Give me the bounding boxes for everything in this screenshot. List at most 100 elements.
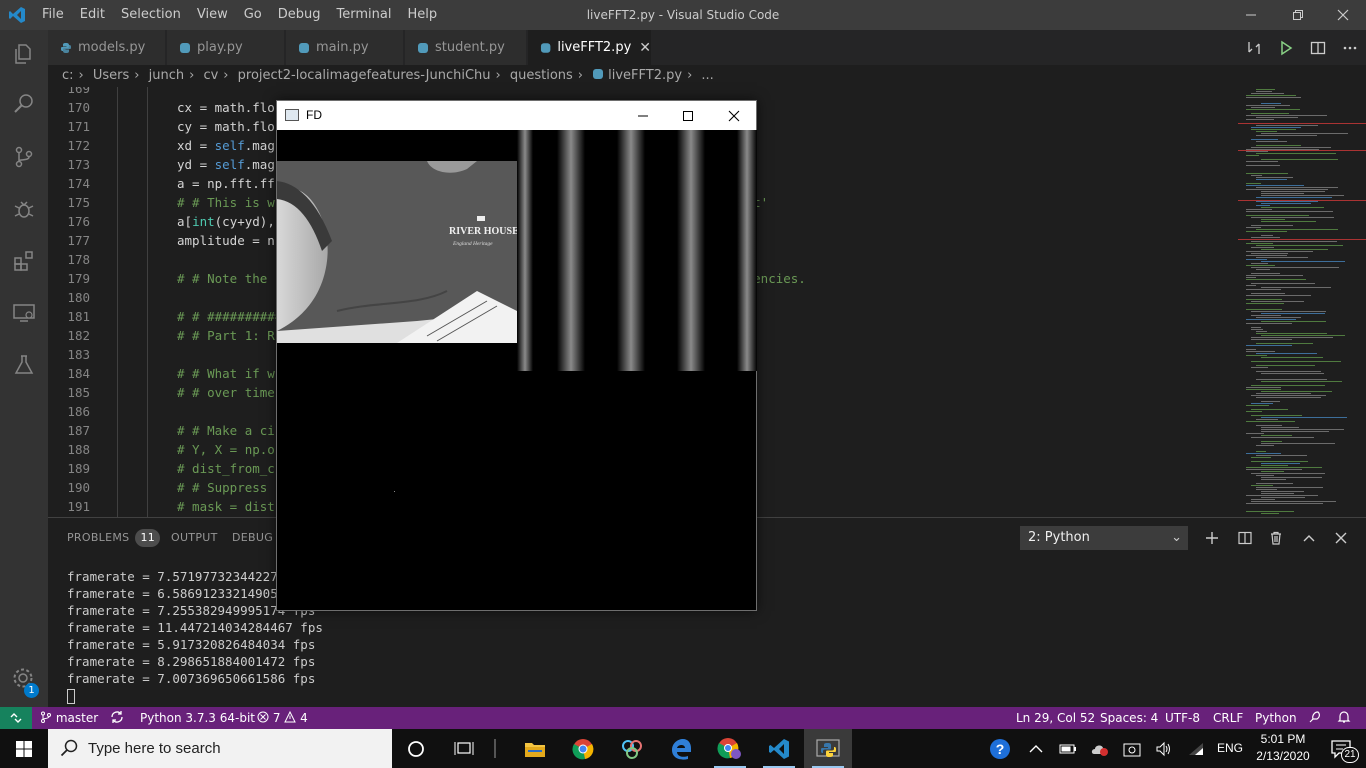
fd-close-button[interactable]: [711, 101, 757, 130]
breadcrumb-item[interactable]: cv: [203, 68, 218, 83]
breadcrumb-item[interactable]: ...: [701, 68, 713, 83]
run-button[interactable]: [1270, 30, 1302, 65]
manage-button[interactable]: 1: [0, 655, 48, 703]
network-tray-icon[interactable]: [1180, 729, 1212, 768]
line-number: 188: [67, 442, 90, 457]
fd-window[interactable]: FD RIVER HOUSE England Heritage: [276, 100, 757, 611]
tab-close-icon[interactable]: ✕: [639, 40, 651, 56]
breadcrumb-item[interactable]: questions: [510, 68, 573, 83]
menu-debug[interactable]: Debug: [270, 0, 329, 30]
split-editor-button[interactable]: [1302, 30, 1334, 65]
chevron-up-icon: [1029, 744, 1043, 752]
breadcrumb-item[interactable]: c:: [62, 68, 74, 83]
search-view-button[interactable]: [0, 80, 48, 128]
line-ending[interactable]: CRLF: [1213, 707, 1243, 729]
tab-livefft2-py[interactable]: liveFFT2.py ✕: [528, 30, 652, 65]
code-text: xd = self.mag: [177, 138, 275, 153]
notifications-button[interactable]: [1337, 707, 1351, 729]
vscode-app[interactable]: [755, 729, 803, 768]
branch-name: master: [55, 711, 99, 725]
minimap-line: [1256, 131, 1277, 132]
edge-app[interactable]: [657, 729, 705, 768]
fd-maximize-button[interactable]: [665, 101, 711, 130]
python-window-app[interactable]: [804, 729, 852, 768]
device-tray-icon[interactable]: [1116, 729, 1148, 768]
minimap-line: [1261, 417, 1348, 418]
tab-models-py[interactable]: models.py: [48, 30, 166, 65]
tab-play-py[interactable]: play.py: [167, 30, 285, 65]
clock[interactable]: 5:01 PM 2/13/2020: [1252, 731, 1314, 765]
python-interpreter[interactable]: Python 3.7.3 64-bit: [140, 707, 255, 729]
line-number: 173: [67, 157, 90, 172]
fd-minimize-button[interactable]: [620, 101, 666, 130]
maximize-panel-button[interactable]: [1297, 526, 1321, 550]
show-hidden-icons-button[interactable]: [1020, 729, 1052, 768]
remote-explorer-button[interactable]: [0, 289, 48, 337]
cursor-position[interactable]: Ln 29, Col 52: [1016, 707, 1095, 729]
feedback-button[interactable]: [1308, 707, 1322, 729]
breadcrumb-item[interactable]: liveFFT2.py: [608, 68, 682, 83]
encoding[interactable]: UTF-8: [1165, 707, 1200, 729]
more-actions-button[interactable]: [1334, 30, 1366, 65]
sync-button[interactable]: [110, 707, 124, 729]
chrome-app[interactable]: [559, 729, 607, 768]
menu-selection[interactable]: Selection: [113, 0, 189, 30]
split-editor-icon: [1310, 41, 1326, 54]
menu-help[interactable]: Help: [399, 0, 445, 30]
vscode-icon: [769, 738, 789, 759]
menu-terminal[interactable]: Terminal: [329, 0, 400, 30]
language-mode[interactable]: Python: [1255, 707, 1297, 729]
minimize-button[interactable]: [1228, 0, 1274, 30]
kill-terminal-button[interactable]: [1264, 526, 1288, 550]
input-language[interactable]: ENG: [1217, 729, 1243, 768]
close-button[interactable]: [1320, 0, 1366, 30]
new-terminal-button[interactable]: [1200, 526, 1224, 550]
minimap-line: [1246, 387, 1281, 388]
source-control-button[interactable]: [0, 133, 48, 181]
terminal-line: framerate = 7.007369650661586 fps: [67, 671, 316, 686]
code-text: cx = math.flo: [177, 100, 275, 115]
split-terminal-button[interactable]: [1233, 526, 1257, 550]
testing-button[interactable]: [0, 341, 48, 389]
breadcrumb-item[interactable]: Users: [93, 68, 129, 83]
indentation[interactable]: Spaces: 4: [1100, 707, 1158, 729]
volume-tray-icon[interactable]: [1148, 729, 1180, 768]
breadcrumb-item[interactable]: junch: [149, 68, 184, 83]
close-panel-button[interactable]: [1329, 526, 1353, 550]
tab-output[interactable]: OUTPUT: [171, 518, 218, 558]
file-explorer-app[interactable]: [511, 729, 559, 768]
help-tray-icon[interactable]: ?: [982, 729, 1018, 768]
terminal-select[interactable]: 2: Python ⌄: [1020, 526, 1188, 550]
code-text: # dist_from_c: [177, 461, 275, 476]
minimap[interactable]: [1238, 87, 1366, 517]
explorer-button[interactable]: [0, 30, 48, 78]
fd-title-bar[interactable]: FD: [277, 101, 756, 130]
chrome-profile-app[interactable]: [706, 729, 754, 768]
photos-app[interactable]: [608, 729, 656, 768]
compare-changes-button[interactable]: [1238, 30, 1270, 65]
action-center-button[interactable]: 21: [1318, 729, 1366, 768]
start-button[interactable]: [0, 729, 48, 768]
menu-edit[interactable]: Edit: [72, 0, 113, 30]
tab-student-py[interactable]: student.py: [405, 30, 527, 65]
battery-tray-icon[interactable]: [1052, 729, 1084, 768]
minimap-line: [1251, 327, 1261, 328]
problems-indicator[interactable]: 7 4: [257, 707, 308, 729]
search-placeholder: Type here to search: [88, 740, 221, 757]
extensions-button[interactable]: [0, 237, 48, 285]
restore-button[interactable]: [1275, 0, 1321, 30]
antivirus-tray-icon[interactable]: [1084, 729, 1116, 768]
remote-button[interactable]: [0, 707, 32, 729]
menu-go[interactable]: Go: [236, 0, 270, 30]
tab-main-py[interactable]: main.py: [286, 30, 404, 65]
tab-problems[interactable]: PROBLEMS 11: [67, 518, 161, 558]
branch-indicator[interactable]: master: [40, 707, 98, 729]
menu-file[interactable]: File: [34, 0, 72, 30]
breadcrumb-item[interactable]: project2-localimagefeatures-JunchiChu: [238, 68, 491, 83]
taskbar-search-box[interactable]: Type here to search: [48, 729, 392, 768]
task-view-button[interactable]: [440, 729, 488, 768]
cortana-button[interactable]: [392, 729, 440, 768]
shirt-subtext: England Heritage: [452, 241, 493, 247]
debug-view-button[interactable]: [0, 185, 48, 233]
menu-view[interactable]: View: [189, 0, 236, 30]
